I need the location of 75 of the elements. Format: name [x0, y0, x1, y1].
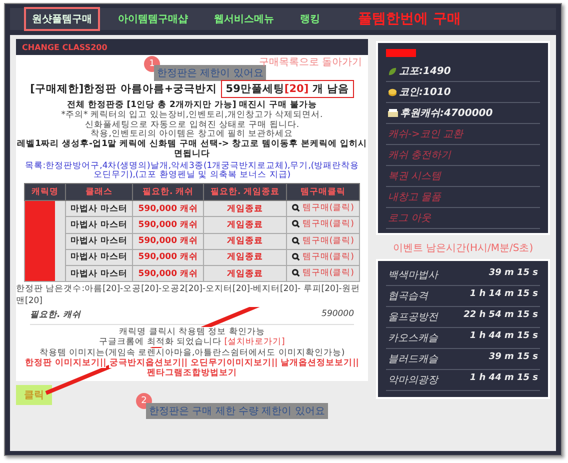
note-text: 착용,인벤토리의 아이템은 창고에 필히 보관하세요: [90, 130, 294, 140]
nav-link[interactable]: 웹서비스메뉴: [206, 7, 282, 31]
event-time: 1 h 44 m 15 s: [470, 373, 538, 385]
note-text: *주의* 케릭터의 입고 있는장비,인벤토리,개인창고가 삭제되면서.: [61, 110, 323, 121]
info-link[interactable]: 오딘무기이미지보기||: [190, 358, 278, 368]
table-cell: 게임종료: [203, 249, 287, 266]
table-cell: 마법사 마스터: [66, 265, 133, 282]
event-title: 이벤트 남은시간(H시/M분/S초): [392, 242, 534, 255]
annotation-label: 한정판은 구매 제한 수량 제한이 있어요: [146, 403, 328, 420]
menu-link[interactable]: 캐쉬 충전하기: [388, 148, 452, 162]
stat-text: 코인:1010: [399, 86, 451, 99]
info-link[interactable]: 한정판 이미지보기||: [25, 358, 106, 368]
menu-link[interactable]: 내창고 물품: [388, 190, 442, 204]
info-link[interactable]: 날개옵션정보보기||: [280, 358, 359, 368]
column-header: 클래스: [66, 184, 133, 201]
stat-text: 후원캐쉬:4700000: [400, 107, 493, 120]
note-text: 레벨1짜리 생성후-업1말 케릭에 신화템 구매 선택-> 창고로 템이동후 본케릭에 입히시면됩니다: [16, 140, 368, 160]
nav-link[interactable]: 랭킹: [292, 7, 328, 31]
coin-icon: [388, 88, 397, 96]
table-cell: 게임종료: [203, 200, 287, 217]
event-time: 39 m 15 s: [488, 268, 538, 280]
search-icon: [292, 269, 300, 277]
table-cell: 게임종료: [203, 233, 287, 250]
event-time: 1 h 44 m 15 s: [470, 331, 538, 343]
column-header: 템구매클릭: [286, 184, 360, 201]
table-cell: 590,000 캐쉬: [132, 265, 204, 282]
table-cell: 590,000 캐쉬: [132, 216, 204, 233]
panel-title: CHANGE CLASS200: [22, 42, 108, 52]
column-header: 필요한. 게임종료: [203, 184, 287, 201]
table-cell: 게임종료: [203, 216, 287, 233]
table-cell: 마법사 마스터: [66, 233, 133, 250]
menu-link[interactable]: 캐쉬->코인 교환: [388, 127, 464, 141]
event-name: 블러드캐슬: [388, 353, 438, 366]
event-name: 울프공방전: [388, 311, 438, 324]
cash-icon: [388, 109, 398, 117]
nav-link[interactable]: 원샷풀템구매: [24, 7, 100, 31]
table-cell: 마법사 마스터: [66, 216, 133, 233]
note-text: 신화풀세팅으로 자동으로 입혀진 상태로 구매 됩니다.: [84, 120, 300, 130]
search-icon: [292, 236, 300, 245]
event-name: 백색마법사: [388, 269, 438, 282]
event-time: 39 m 15 s: [488, 352, 538, 364]
menu-link[interactable]: 복권 시스템: [388, 169, 442, 183]
leaf-icon: [388, 66, 397, 76]
info-text: 캐릭명 클릭시 착용템 정보 확인가능: [119, 327, 265, 338]
event-name: 카오스캐슬: [388, 332, 438, 345]
table-cell: 마법사 마스터: [66, 200, 133, 217]
stat-text: 고포:1490: [399, 65, 451, 78]
click-label: 클릭: [16, 385, 52, 406]
redaction-block: [386, 49, 416, 57]
search-icon: [292, 252, 300, 261]
install-link[interactable]: [설치바로가기]: [224, 337, 285, 348]
search-icon: [292, 220, 300, 228]
nav-link[interactable]: 아이템템구매샵: [110, 7, 196, 31]
event-name: 협곡습격: [388, 290, 428, 303]
info-text: 구글크롬에 최적화 되었습니다: [99, 337, 222, 348]
annotation-text: 풀템한번에 구매: [358, 10, 461, 28]
event-time: 1 h 14 m 15 s: [470, 289, 538, 301]
table-cell: 590,000 캐쉬: [132, 200, 204, 217]
menu-link[interactable]: 로그 아웃: [388, 211, 432, 225]
annotation-label: 한정판은 제한이 있어요: [154, 65, 266, 81]
info-link[interactable]: 펜타그램조합방법보기: [147, 368, 237, 378]
cost-label: 필요한. 캐쉬: [30, 309, 82, 322]
column-header: 캐릭명: [24, 184, 66, 201]
event-time: 22 h 54 m 15 s: [464, 310, 538, 322]
event-name: 악마의광장: [388, 374, 438, 387]
table-cell: 590,000 캐쉬: [132, 249, 204, 266]
table-cell: 590,000 캐쉬: [132, 233, 204, 250]
product-title: [구매제한]한정판 아름아름+궁극반지 59만풀세팅[20] 개 남음: [30, 82, 354, 96]
note-text: 전체 한정판중 [1인당 총 2개까지만 가능] 매진시 구매 불가능: [66, 101, 318, 111]
info-text: 착용템 이미지는(게임속 로렌시아마을,아틀란스쉼터에서도 이미지확인가능): [39, 348, 345, 358]
table-cell: 마법사 마스터: [66, 249, 133, 266]
column-header: 필요한. 캐쉬: [132, 184, 204, 201]
search-icon: [292, 204, 300, 212]
table-cell: 게임종료: [203, 265, 287, 282]
info-link[interactable]: 궁극반지옵션보기||: [109, 358, 188, 368]
